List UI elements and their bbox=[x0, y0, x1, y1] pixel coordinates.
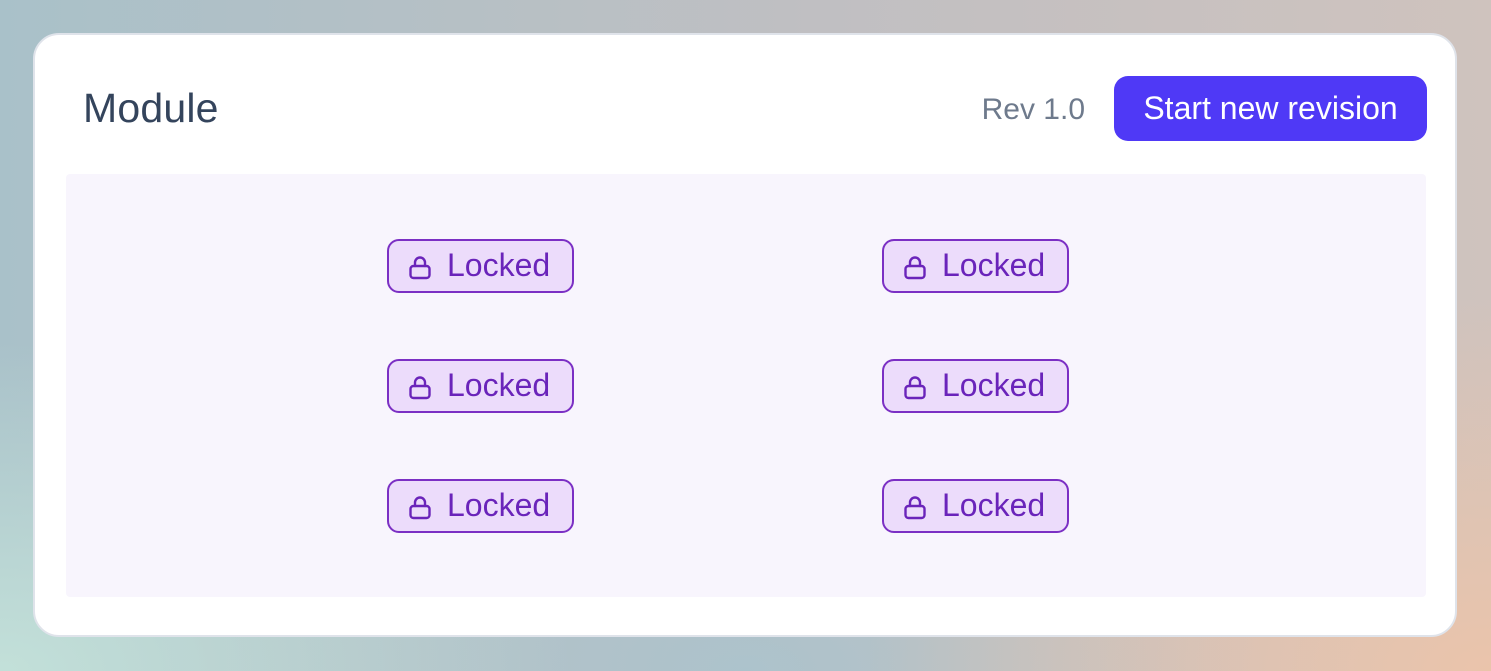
locked-badge-label: Locked bbox=[942, 367, 1046, 403]
lock-icon bbox=[409, 496, 431, 520]
lock-icon bbox=[904, 496, 926, 520]
lock-icon bbox=[904, 376, 926, 400]
locked-badge-label: Locked bbox=[447, 367, 551, 403]
revision-label: Rev 1.0 bbox=[981, 93, 1085, 126]
module-card: Module Rev 1.0 Start new revision Locked… bbox=[33, 33, 1457, 637]
locked-badge-label: Locked bbox=[942, 247, 1046, 283]
locked-badge-label: Locked bbox=[942, 487, 1046, 523]
page-title: Module bbox=[83, 85, 219, 131]
lock-icon bbox=[409, 256, 431, 280]
locked-badge[interactable]: Locked bbox=[882, 359, 1069, 413]
lock-icon bbox=[409, 376, 431, 400]
locked-badge[interactable]: Locked bbox=[387, 359, 574, 413]
locked-badge[interactable]: Locked bbox=[387, 479, 574, 533]
locked-badge[interactable]: Locked bbox=[387, 239, 574, 293]
locked-badge[interactable]: Locked bbox=[882, 239, 1069, 293]
lock-icon bbox=[904, 256, 926, 280]
locked-badge-label: Locked bbox=[447, 487, 551, 523]
locked-badge-label: Locked bbox=[447, 247, 551, 283]
start-new-revision-button[interactable]: Start new revision bbox=[1114, 76, 1427, 141]
module-content-panel: Locked Locked Locked Locked Locked Locke… bbox=[66, 174, 1426, 597]
locked-badge[interactable]: Locked bbox=[882, 479, 1069, 533]
